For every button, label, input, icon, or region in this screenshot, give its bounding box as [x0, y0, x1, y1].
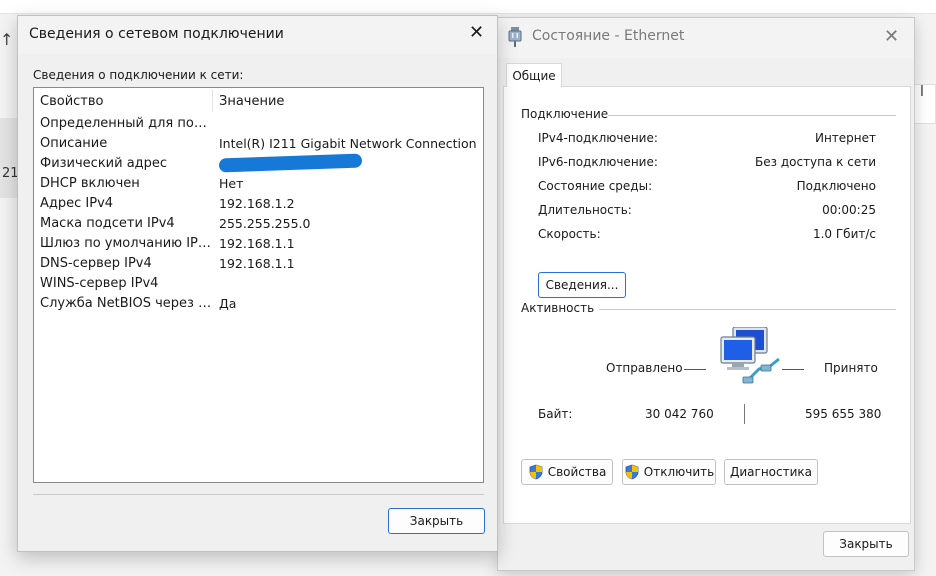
background-left-panel: [0, 118, 18, 198]
table-row-value: Да: [219, 296, 237, 311]
ipv6-connection-value: Без доступа к сети: [755, 155, 876, 169]
connection-group-divider: [608, 115, 896, 116]
diagnose-button[interactable]: Диагностика: [724, 459, 818, 485]
details-divider: [33, 494, 484, 495]
connection-group-title: Подключение: [521, 107, 609, 121]
ipv4-connection-value: Интернет: [814, 131, 876, 145]
table-row-property[interactable]: Адрес IPv4: [40, 196, 212, 211]
shield-icon: [625, 464, 639, 480]
table-row-value: 192.168.1.1: [219, 236, 295, 251]
duration-label: Длительность:: [538, 203, 632, 217]
table-row-property[interactable]: WINS-сервер IPv4: [40, 276, 212, 291]
bytes-separator: [744, 404, 745, 424]
ipv4-connection-label: IPv4-подключение:: [538, 131, 658, 145]
network-computers-icon: [720, 327, 780, 384]
details-list[interactable]: Свойство Значение Определенный для подкл…: [33, 87, 484, 483]
disable-button[interactable]: Отключить: [622, 459, 716, 485]
received-dash: [782, 369, 804, 370]
up-arrow-icon[interactable]: ↑: [0, 30, 13, 49]
tab-general[interactable]: Общие: [506, 63, 562, 88]
status-tab-panel: Подключение IPv4-подключение: Интернет I…: [503, 87, 911, 524]
table-row-value: Нет: [219, 176, 244, 191]
ipv6-connection-label: IPv6-подключение:: [538, 155, 658, 169]
status-titlebar[interactable]: Состояние - Ethernet ✕: [498, 18, 914, 58]
speed-label: Скорость:: [538, 227, 601, 241]
table-row-property[interactable]: Физический адрес: [40, 156, 212, 171]
background-right-panel: [914, 84, 936, 124]
table-row-property[interactable]: Маска подсети IPv4: [40, 216, 212, 231]
sent-label: Отправлено: [606, 361, 683, 375]
activity-group-title: Активность: [521, 301, 595, 315]
table-row-value: Intel(R) I211 Gigabit Network Connection: [219, 136, 477, 151]
network-adapter-icon: [508, 27, 522, 47]
media-state-label: Состояние среды:: [538, 179, 653, 193]
ethernet-status-window: Состояние - Ethernet ✕ Общие Подключение…: [497, 17, 915, 571]
properties-button[interactable]: Свойства: [521, 459, 613, 485]
background-right-letter: l: [920, 84, 924, 100]
table-row-value: 192.168.1.2: [219, 196, 295, 211]
table-row-property[interactable]: DNS-сервер IPv4: [40, 256, 212, 271]
details-window-title: Сведения о сетевом подключении: [29, 26, 284, 42]
bytes-label: Байт:: [538, 407, 573, 421]
column-separator[interactable]: [212, 90, 213, 112]
status-close-icon[interactable]: ✕: [884, 26, 899, 47]
connection-details-window: Сведения о сетевом подключении ✕ Сведени…: [17, 15, 498, 552]
bytes-received-value: 595 655 380: [805, 407, 882, 421]
bytes-sent-value: 30 042 760: [645, 407, 714, 421]
table-row-property[interactable]: DHCP включен: [40, 176, 212, 191]
table-row-property[interactable]: Описание: [40, 136, 212, 151]
status-close-button[interactable]: Закрыть: [823, 531, 909, 557]
details-caption: Сведения о подключении к сети:: [33, 68, 244, 82]
table-row-value: 192.168.1.1: [219, 256, 295, 271]
activity-group-divider: [599, 309, 896, 310]
table-row-value: 255.255.255.0: [219, 216, 311, 231]
table-row-property[interactable]: Служба NetBIOS через TCP/IP: [40, 296, 212, 311]
details-button[interactable]: Сведения...: [538, 272, 626, 298]
column-header-property[interactable]: Свойство: [40, 94, 103, 109]
shield-icon: [529, 464, 543, 480]
background-toolbar: [0, 0, 936, 14]
details-titlebar[interactable]: Сведения о сетевом подключении ✕: [18, 16, 497, 54]
status-window-title: Состояние - Ethernet: [532, 28, 685, 44]
redacted-mac-address: [218, 153, 363, 173]
media-state-value: Подключено: [796, 179, 876, 193]
disable-button-label: Отключить: [643, 465, 715, 479]
column-header-value[interactable]: Значение: [219, 94, 284, 109]
sent-dash: [684, 369, 706, 370]
received-label: Принято: [824, 361, 878, 375]
properties-button-label: Свойства: [547, 465, 607, 479]
status-tab-row: Общие: [503, 63, 911, 88]
table-row-property[interactable]: Шлюз по умолчанию IPv4: [40, 236, 212, 251]
table-row-property[interactable]: Определенный для подключения DNS-суффикс: [40, 116, 212, 131]
details-close-icon[interactable]: ✕: [469, 22, 484, 43]
duration-value: 00:00:25: [822, 203, 876, 217]
speed-value: 1.0 Гбит/с: [812, 227, 876, 241]
details-close-button[interactable]: Закрыть: [388, 508, 485, 534]
